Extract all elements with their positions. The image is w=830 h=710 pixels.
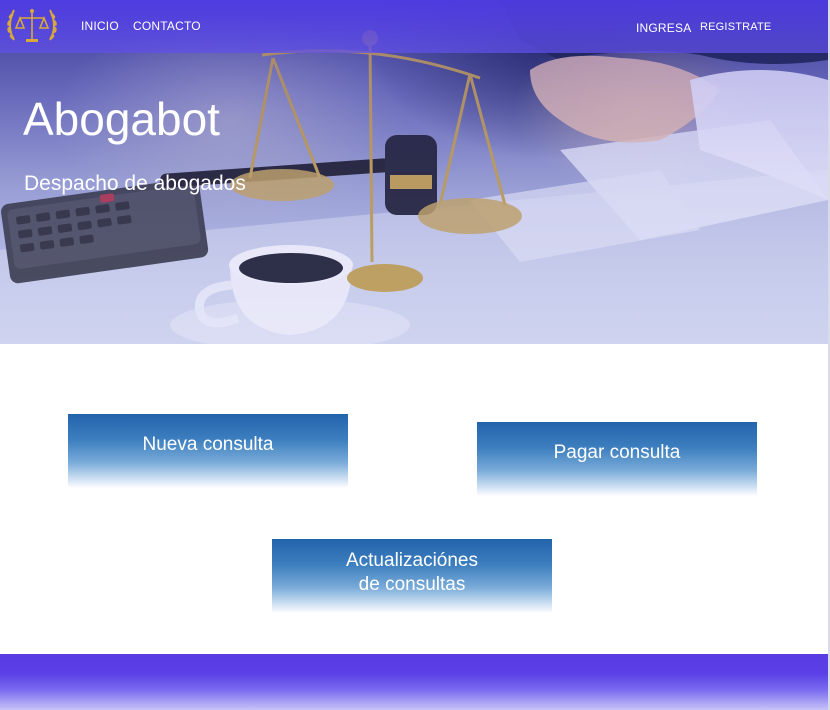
footer-bar — [0, 654, 828, 710]
new-consultation-label: Nueva consulta — [142, 434, 274, 455]
pay-consultation-button[interactable]: Pagar consulta — [477, 422, 757, 496]
consultation-updates-label: Actualizaciónes de consultas — [345, 550, 479, 595]
scales-of-justice-logo-icon[interactable] — [4, 0, 60, 52]
consultation-updates-button[interactable]: Actualizaciónes de consultas — [272, 539, 552, 613]
top-navbar: INICIO CONTACTO INGRESA REGISTRATE — [0, 0, 828, 53]
register-link[interactable]: REGISTRATE — [700, 21, 771, 33]
nav-link-contacto[interactable]: CONTACTO — [133, 19, 201, 33]
hero-subtitle: Despacho de abogados — [24, 172, 246, 195]
hero-title: Abogabot — [23, 93, 220, 145]
login-link[interactable]: INGRESA — [636, 21, 691, 35]
pay-consultation-label: Pagar consulta — [553, 442, 681, 463]
new-consultation-button[interactable]: Nueva consulta — [68, 414, 348, 488]
nav-link-inicio[interactable]: INICIO — [81, 19, 119, 33]
